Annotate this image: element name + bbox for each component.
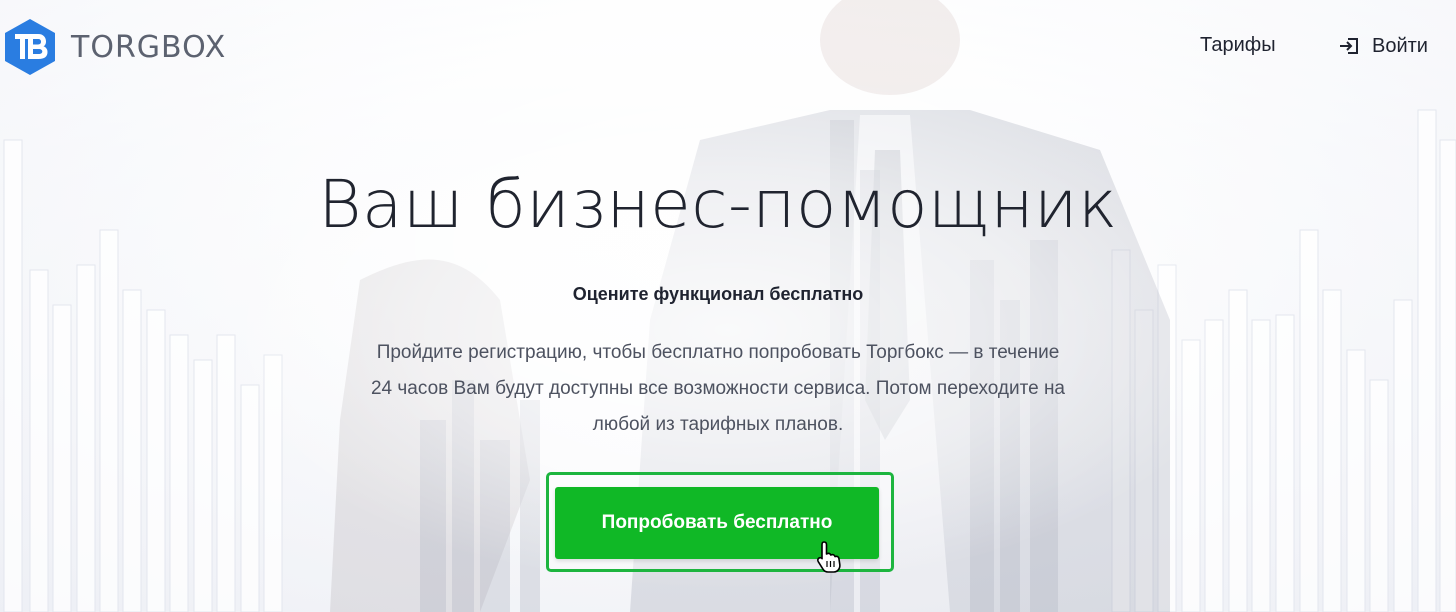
tb-hexagon-logo-icon: [5, 19, 55, 75]
login-arrow-icon: [1340, 38, 1358, 54]
hero-description: Пройдите регистрацию, чтобы бесплатно по…: [370, 342, 1066, 435]
brand-name: TORGBOX: [71, 29, 227, 65]
site-header: TORGBOX Тарифы Войти: [0, 0, 1456, 92]
login-label: Войти: [1372, 34, 1428, 57]
hero-title: Ваш бизнес-помощник: [318, 166, 1118, 243]
login-link[interactable]: Войти: [1338, 34, 1428, 58]
brand-logo-link[interactable]: TORGBOX: [4, 18, 226, 76]
hero-subtitle: Оцените функционал бесплатно: [572, 284, 864, 304]
nav-link-tariffs[interactable]: Тарифы: [1200, 34, 1276, 57]
hand-pointer-icon: [816, 541, 841, 573]
